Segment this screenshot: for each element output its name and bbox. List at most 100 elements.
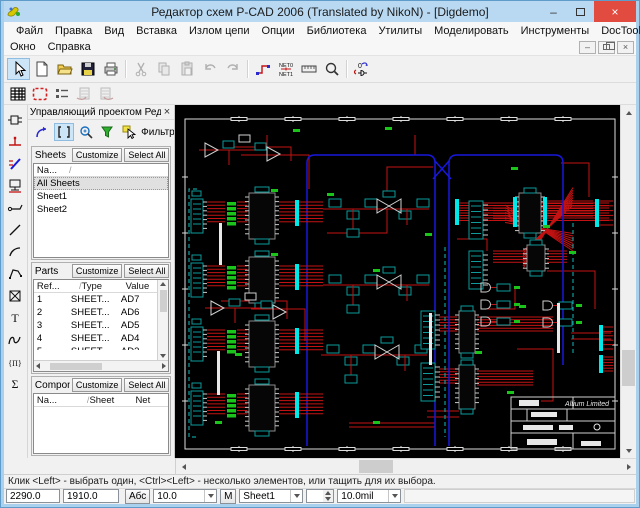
place-attribute-button[interactable]: {П}	[4, 351, 26, 372]
redo-button[interactable]	[221, 58, 244, 80]
renumber-button[interactable]: 0	[350, 58, 373, 80]
parts-row-3[interactable]: 3SHEET...AD5	[34, 319, 158, 332]
new-file-button[interactable]	[30, 58, 53, 80]
menu-item-7[interactable]: Библиотека	[301, 25, 373, 37]
parts-list[interactable]: Ref.../TypeValue 1SHEET...AD72SHEET...AD…	[33, 279, 170, 372]
scroll-left-icon[interactable]	[36, 363, 40, 369]
menu-item-6[interactable]: Опции	[256, 25, 301, 37]
mdi-restore-button[interactable]	[598, 41, 615, 54]
filter-button[interactable]	[97, 123, 117, 141]
parts-row-1[interactable]: 1SHEET...AD7	[34, 293, 158, 306]
menu-item-1[interactable]: Файл	[10, 25, 49, 37]
spin-down-icon[interactable]	[323, 496, 333, 502]
minimize-button[interactable]: –	[540, 1, 567, 22]
menu-item-10[interactable]: Инструменты	[515, 25, 596, 37]
place-polygon-button[interactable]	[4, 263, 26, 284]
parts-row-5[interactable]: 5SHEETAD3	[34, 345, 158, 350]
scroll-up-icon[interactable]	[621, 105, 636, 120]
export-sheet-button[interactable]	[95, 84, 117, 104]
components-column-header[interactable]: Na.../SheetNet	[34, 394, 169, 407]
rename-net-button[interactable]: NET0 NET1	[274, 58, 297, 80]
scroll-down-icon[interactable]	[621, 443, 636, 458]
parts-row-4[interactable]: 4SHEET...AD4	[34, 332, 158, 345]
menu-item-2[interactable]: Правка	[49, 25, 98, 37]
zoom-button[interactable]	[320, 58, 343, 80]
x-coordinate-field[interactable]: 2290.0	[6, 489, 60, 503]
menu-item-4[interactable]: Вставка	[130, 25, 183, 37]
close-button[interactable]: ×	[594, 1, 636, 22]
spinner-field[interactable]	[306, 489, 323, 503]
place-line-button[interactable]	[4, 219, 26, 240]
components-selectall-button[interactable]: Select All	[124, 378, 169, 392]
grid-spacing-combo[interactable]: 10.0	[153, 489, 217, 503]
parts-horizontal-scrollbar[interactable]	[34, 360, 169, 371]
components-col-sheet[interactable]: Sheet	[89, 395, 135, 406]
metric-toggle-button[interactable]: M	[220, 489, 236, 504]
parts-vertical-scrollbar[interactable]	[157, 280, 168, 360]
sheets-list[interactable]: Na.../ All SheetsSheet1Sheet2	[33, 163, 170, 258]
copy-button[interactable]	[152, 58, 175, 80]
line-width-combo[interactable]: 10.0mil	[337, 489, 401, 503]
select-cursor-button[interactable]	[119, 123, 139, 141]
sheet-row-sheet2[interactable]: Sheet2	[34, 203, 169, 216]
print-button[interactable]	[99, 58, 122, 80]
save-button[interactable]	[76, 58, 99, 80]
place-text-button[interactable]: T	[4, 307, 26, 328]
parts-customize-button[interactable]: Customize	[72, 264, 123, 278]
canvas-horizontal-scrollbar[interactable]	[176, 458, 636, 473]
select-rect-button[interactable]	[54, 123, 74, 141]
paste-button[interactable]	[175, 58, 198, 80]
parts-col-ref[interactable]: Ref...	[37, 281, 67, 292]
place-wire-button[interactable]	[251, 58, 274, 80]
menu-item-window-1[interactable]: Окно	[4, 41, 42, 53]
sheets-customize-button[interactable]: Customize	[72, 148, 123, 162]
sheet-selector-combo[interactable]: Sheet1	[239, 489, 303, 503]
sheets-selectall-button[interactable]: Select All	[124, 148, 169, 162]
open-file-button[interactable]	[53, 58, 76, 80]
place-bus-button[interactable]	[4, 153, 26, 174]
zoom-spinner[interactable]	[306, 489, 334, 503]
record-erc-button[interactable]	[29, 84, 51, 104]
chevron-down-icon[interactable]	[290, 490, 302, 502]
mdi-minimize-button[interactable]: –	[579, 41, 596, 54]
zoom-to-button[interactable]	[76, 123, 96, 141]
parts-col-type[interactable]: Type	[81, 281, 125, 292]
scroll-thumb[interactable]	[50, 363, 102, 370]
canvas-vertical-scrollbar[interactable]	[620, 105, 636, 458]
measure-button[interactable]	[297, 58, 320, 80]
parts-row-2[interactable]: 2SHEET...AD6	[34, 306, 158, 319]
menu-item-8[interactable]: Утилиты	[372, 25, 428, 37]
panel-title-bar[interactable]: Управляющий проектом Редактор ×	[28, 105, 175, 120]
undo-button[interactable]	[198, 58, 221, 80]
parts-selectall-button[interactable]: Select All	[124, 264, 169, 278]
menu-item-window-2[interactable]: Справка	[42, 41, 97, 53]
schematic-canvas[interactable]: Altium Limited	[175, 105, 620, 458]
menu-item-3[interactable]: Вид	[98, 25, 130, 37]
menu-item-5[interactable]: Излом цепи	[183, 25, 256, 37]
import-sheet-button[interactable]	[73, 84, 95, 104]
scroll-down-icon[interactable]	[160, 354, 166, 358]
place-pin-button[interactable]	[4, 197, 26, 218]
place-wire-button[interactable]	[4, 131, 26, 152]
components-list[interactable]: Na.../SheetNet	[33, 393, 170, 454]
place-part-button[interactable]	[4, 109, 26, 130]
components-customize-button[interactable]: Customize	[72, 378, 123, 392]
components-col-net[interactable]: Net	[135, 395, 163, 406]
chevron-down-icon[interactable]	[204, 490, 216, 502]
panel-close-button[interactable]: ×	[161, 106, 172, 118]
scroll-thumb[interactable]	[160, 290, 167, 312]
scroll-left-icon[interactable]	[176, 459, 191, 473]
place-refpoint-button[interactable]	[4, 285, 26, 306]
abs-rel-button[interactable]: Абс	[125, 489, 150, 504]
scroll-thumb[interactable]	[622, 350, 635, 386]
bom-list-button[interactable]	[51, 84, 73, 104]
place-ieee-symbol-button[interactable]	[4, 329, 26, 350]
scroll-right-icon[interactable]	[621, 459, 636, 473]
scroll-thumb[interactable]	[359, 460, 393, 473]
menu-item-9[interactable]: Моделировать	[428, 25, 515, 37]
scroll-up-icon[interactable]	[160, 282, 166, 286]
parts-col-value[interactable]: Value	[126, 281, 158, 292]
scroll-right-icon[interactable]	[162, 363, 166, 369]
titleblock-button[interactable]	[7, 84, 29, 104]
sheets-column-header[interactable]: Na.../	[34, 164, 169, 177]
